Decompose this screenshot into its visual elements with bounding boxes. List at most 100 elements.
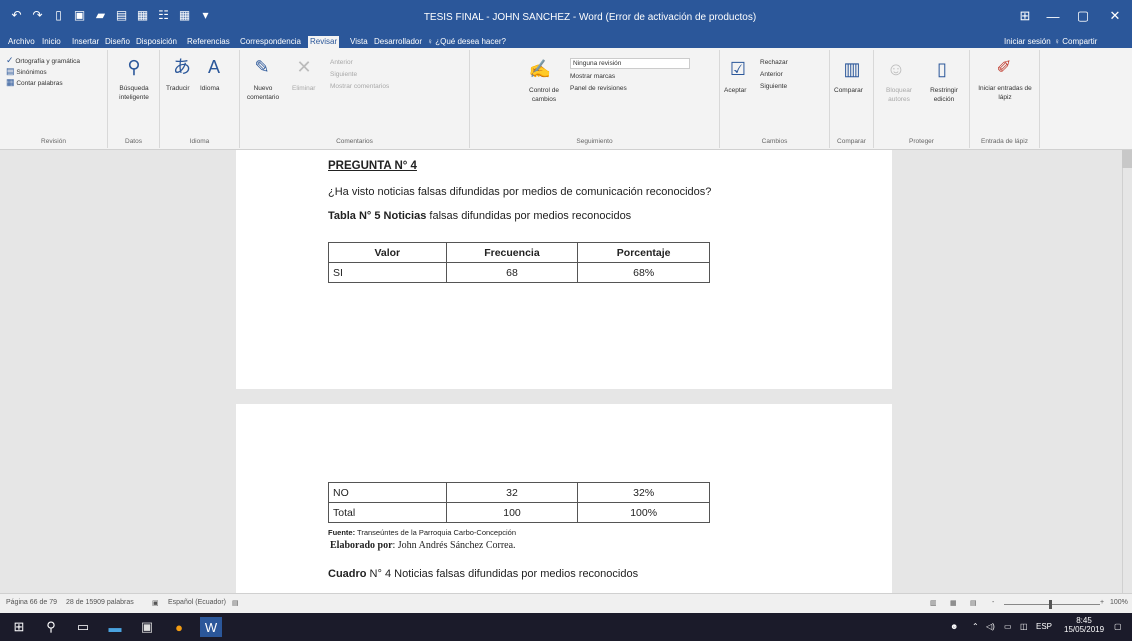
show-markup-button[interactable]: Mostrar marcas <box>570 72 615 81</box>
word-count-button[interactable]: ▦ Contar palabras <box>6 78 63 88</box>
tab-archivo[interactable]: Archivo <box>6 36 37 48</box>
tab-diseno[interactable]: Diseño <box>103 36 132 48</box>
next-comment-button[interactable]: Siguiente <box>330 70 357 79</box>
accept-icon[interactable]: ☑ <box>726 58 750 80</box>
previous-change-button[interactable]: Anterior <box>760 70 783 79</box>
close-button[interactable]: ✕ <box>1102 6 1128 26</box>
document-title: TESIS FINAL - JOHN SÁNCHEZ - Word (Error… <box>423 12 757 23</box>
compare-icon[interactable]: ▥ <box>840 58 864 80</box>
minimize-button[interactable]: — <box>1040 6 1066 26</box>
tab-revisar[interactable]: Revisar <box>308 36 340 48</box>
spelling-button[interactable]: ✓ Ortografía y gramática <box>6 56 80 66</box>
language-indicator[interactable]: ESP <box>1036 622 1052 631</box>
track-changes-label[interactable]: Control de cambios <box>524 86 564 104</box>
quick-access-toolbar: ↶ ↷ ▯ ▣ ▰ ▤ ▦ ☷ ▦ ▾ <box>8 6 214 23</box>
compare-label[interactable]: Comparar <box>834 86 863 95</box>
new-doc-icon[interactable]: ▯ <box>50 6 67 23</box>
accept-label[interactable]: Aceptar <box>724 86 746 95</box>
ink-pen-icon[interactable]: ✐ <box>992 56 1016 78</box>
search-icon[interactable]: ⚲ <box>40 617 62 637</box>
tab-referencias[interactable]: Referencias <box>185 36 232 48</box>
zoom-in-button[interactable]: + <box>1100 599 1104 606</box>
restrict-editing-icon[interactable]: ▯ <box>930 58 954 80</box>
save-icon[interactable]: ▣ <box>71 6 88 23</box>
tab-disposicion[interactable]: Disposición <box>134 36 179 48</box>
battery-icon[interactable]: ▭ <box>1004 622 1012 631</box>
page-1[interactable]: PREGUNTA N° 4 ¿Ha visto noticias falsas … <box>236 150 892 389</box>
windows-start-icon[interactable]: ⊞ <box>8 617 30 637</box>
store-icon[interactable]: ▣ <box>136 617 158 637</box>
tab-vista[interactable]: Vista <box>348 36 370 48</box>
chrome-icon[interactable]: ● <box>168 617 190 637</box>
translate-label[interactable]: Traducir <box>166 84 190 93</box>
word-taskbar-icon[interactable]: W <box>200 617 222 637</box>
zoom-slider[interactable] <box>1004 604 1100 605</box>
start-inking-label[interactable]: Iniciar entradas de lápiz <box>976 84 1034 102</box>
spellcheck-icon[interactable]: ☷ <box>155 6 172 23</box>
scrollbar-thumb[interactable] <box>1122 150 1132 168</box>
block-authors-label[interactable]: Bloquear autores <box>878 86 920 104</box>
ribbon-display-button[interactable]: ⊞ <box>1012 6 1038 26</box>
redo-button[interactable]: ↷ <box>29 6 46 23</box>
tab-insertar[interactable]: Insertar <box>70 36 101 48</box>
table-cell: 68 <box>445 262 579 283</box>
volume-icon[interactable]: ◁) <box>986 622 995 631</box>
language-icon[interactable]: A <box>202 56 226 78</box>
delete-comment-label[interactable]: Eliminar <box>292 84 315 93</box>
zoom-level[interactable]: 100% <box>1110 599 1128 606</box>
read-mode-icon[interactable]: ▥ <box>930 599 937 607</box>
smart-lookup-icon[interactable]: ⚲ <box>122 56 146 78</box>
macro-icon[interactable]: ▤ <box>232 599 239 607</box>
clock[interactable]: 8:45 15/05/2019 <box>1064 616 1104 634</box>
network-icon[interactable]: ◫ <box>1020 622 1028 631</box>
tray-arrow-icon[interactable]: ⌃ <box>972 622 979 631</box>
people-icon[interactable]: ☻ <box>950 622 958 631</box>
thesaurus-button[interactable]: ▤ Sinónimos <box>6 67 47 77</box>
customize-qat-button[interactable]: ▾ <box>197 6 214 23</box>
maximize-button[interactable]: ▢ <box>1070 6 1096 26</box>
page-2[interactable]: NO 32 32% Total 100 100% Fuente: Transeú… <box>236 404 892 593</box>
show-comments-button[interactable]: Mostrar comentarios <box>330 82 389 91</box>
previous-comment-button[interactable]: Anterior <box>330 58 353 67</box>
track-changes-icon[interactable]: ✍ <box>528 58 552 80</box>
smart-lookup-label[interactable]: Búsqueda inteligente <box>112 84 156 102</box>
next-change-button[interactable]: Siguiente <box>760 82 787 91</box>
open-folder-icon[interactable]: ▰ <box>92 6 109 23</box>
web-layout-icon[interactable]: ▤ <box>970 599 977 607</box>
undo-button[interactable]: ↶ <box>8 6 25 23</box>
vertical-scrollbar[interactable] <box>1122 150 1132 593</box>
page-count[interactable]: Página 66 de 79 <box>6 599 57 606</box>
zoom-slider-thumb[interactable] <box>1049 600 1052 609</box>
block-authors-icon[interactable]: ☺ <box>884 58 908 80</box>
tell-me-search[interactable]: ♀ ¿Qué desea hacer? <box>425 36 508 48</box>
restrict-editing-label[interactable]: Restringir edición <box>922 86 966 104</box>
preview-icon[interactable]: ▦ <box>134 6 151 23</box>
reviewing-pane-button[interactable]: Panel de revisiones <box>570 84 627 93</box>
new-comment-icon[interactable]: ✎ <box>250 56 274 78</box>
delete-comment-icon[interactable]: ✕ <box>292 56 316 78</box>
tab-correspondencia[interactable]: Correspondencia <box>238 36 303 48</box>
table-header-cell: Valor <box>328 242 447 263</box>
notifications-icon[interactable]: ▢ <box>1114 622 1122 631</box>
language-status[interactable]: Español (Ecuador) <box>168 599 226 606</box>
markup-select[interactable]: Ninguna revisión <box>570 58 690 69</box>
task-view-icon[interactable]: ▭ <box>72 617 94 637</box>
reject-button[interactable]: Rechazar <box>760 58 788 67</box>
new-comment-label[interactable]: Nuevo comentario <box>244 84 282 102</box>
table-cell: 32% <box>577 482 710 503</box>
share-button[interactable]: ♀ Compartir <box>1052 36 1099 48</box>
tab-inicio[interactable]: Inicio <box>40 36 63 48</box>
document-canvas[interactable]: PREGUNTA N° 4 ¿Ha visto noticias falsas … <box>0 150 1132 593</box>
zoom-out-button[interactable]: - <box>992 599 994 606</box>
print-icon[interactable]: ▤ <box>113 6 130 23</box>
word-count[interactable]: 28 de 15909 palabras <box>66 599 134 606</box>
proofing-icon[interactable]: ▣ <box>152 599 159 607</box>
file-explorer-icon[interactable]: ▬ <box>104 617 126 637</box>
print-layout-icon[interactable]: ▦ <box>950 599 957 607</box>
translate-icon[interactable]: あ <box>170 56 194 78</box>
group-revision: ✓ Ortografía y gramática ▤ Sinónimos ▦ C… <box>0 50 108 148</box>
signin-link[interactable]: Iniciar sesión <box>1002 36 1053 48</box>
table-icon[interactable]: ▦ <box>176 6 193 23</box>
language-label[interactable]: Idioma <box>200 84 220 93</box>
tab-desarrollador[interactable]: Desarrollador <box>372 36 424 48</box>
